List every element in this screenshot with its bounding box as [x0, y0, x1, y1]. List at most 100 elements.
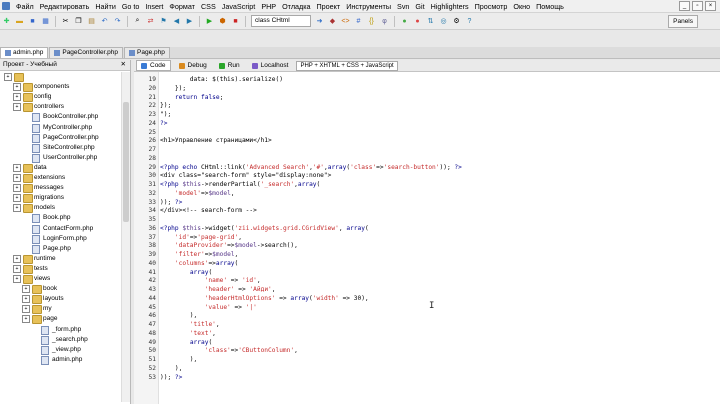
code-line[interactable]: 46 ), [149, 312, 198, 320]
tag-icon[interactable]: ◆ [327, 16, 338, 27]
tree-folder[interactable]: + components [0, 82, 120, 93]
code-line[interactable]: 29 <?php echo CHtml::link('Advanced Searc… [149, 164, 462, 172]
code-line[interactable]: 49 array( [149, 339, 213, 347]
expand-toggle-icon[interactable]: + [22, 315, 30, 324]
menu-item[interactable]: Файл [13, 2, 37, 11]
open-folder-icon[interactable]: ▬ [14, 16, 25, 27]
expand-toggle-icon[interactable]: + [13, 163, 21, 172]
expand-toggle-icon[interactable]: + [22, 305, 30, 314]
tree-file[interactable]: _form.php [0, 325, 120, 335]
expand-toggle-icon[interactable]: + [13, 83, 21, 92]
editor-tab-run[interactable]: Run [215, 61, 244, 70]
code-line[interactable]: 51 ), [149, 356, 198, 364]
goto-class-icon[interactable]: ➜ [314, 16, 325, 27]
tree-file[interactable]: ContactForm.php [0, 224, 120, 234]
tree-folder[interactable]: + book [0, 284, 120, 295]
stop-icon[interactable]: ■ [230, 16, 241, 27]
tree-folder[interactable]: + extensions [0, 173, 120, 183]
file-tab[interactable]: Page.php [124, 47, 170, 58]
tree-file[interactable]: LoginForm.php [0, 234, 120, 244]
css-icon[interactable]: # [353, 16, 364, 27]
menu-item[interactable]: CSS [198, 2, 219, 11]
menu-item[interactable]: Просмотр [472, 2, 511, 11]
project-scrollbar[interactable] [121, 72, 130, 402]
settings-icon[interactable]: ⚙ [451, 16, 462, 27]
expand-toggle-icon[interactable]: + [13, 275, 21, 283]
code-line[interactable]: 34 </div><!-- search-form --> [149, 207, 257, 215]
svn-icon[interactable]: ● [399, 16, 410, 27]
tree-file[interactable]: SiteController.php [0, 143, 120, 153]
tree-folder[interactable]: + my [0, 304, 120, 315]
expand-toggle-icon[interactable]: + [13, 93, 21, 102]
menu-item[interactable]: Редактировать [37, 2, 93, 11]
browser-preview-icon[interactable]: ◎ [438, 16, 449, 27]
redo-icon[interactable]: ↷ [112, 16, 123, 27]
menu-item[interactable]: PHP [258, 2, 279, 11]
find-icon[interactable]: ⌕ [132, 16, 143, 27]
menu-item[interactable]: Окно [510, 2, 533, 11]
restore-icon[interactable]: ▫ [692, 1, 703, 11]
editor-tab-debug[interactable]: Debug [175, 61, 211, 70]
tree-file[interactable]: UserController.php [0, 153, 120, 163]
code-line[interactable]: 31 <?php $this->renderPartial('_search',a… [149, 181, 321, 189]
help-icon[interactable]: ? [464, 16, 475, 27]
menu-item[interactable]: Инструменты [343, 2, 394, 11]
bookmark-icon[interactable]: ⚑ [158, 16, 169, 27]
code-line[interactable]: 50 'class'=>'CButtonColumn', [149, 347, 298, 355]
minimize-icon[interactable]: _ [679, 1, 690, 11]
code-line[interactable]: 33)); ?> [149, 199, 183, 207]
menu-item[interactable]: Insert [142, 2, 166, 11]
replace-icon[interactable]: ⇄ [145, 16, 156, 27]
tree-folder[interactable]: + messages [0, 183, 120, 194]
code-line[interactable]: 48 'text', [149, 330, 216, 338]
class-select[interactable]: class CHtml [251, 15, 311, 27]
save-icon[interactable]: ■ [27, 16, 38, 27]
expand-toggle-icon[interactable]: + [13, 194, 21, 203]
run-icon[interactable]: ▶ [204, 16, 215, 27]
tree-folder[interactable]: + tests [0, 264, 120, 274]
menu-item[interactable]: Проект [314, 2, 344, 11]
editor-tab-localhost[interactable]: Localhost [248, 61, 293, 70]
debug-icon[interactable]: ⬢ [217, 16, 228, 27]
expand-toggle-icon[interactable]: + [13, 184, 21, 193]
menu-item[interactable]: Помощь [533, 2, 567, 11]
close-icon[interactable]: × [705, 1, 716, 11]
ftp-icon[interactable]: ⇅ [425, 16, 436, 27]
code-line[interactable]: 26 <h1>Управление страницами</h1> [149, 137, 272, 145]
editor-tab-code[interactable]: Code [136, 60, 171, 71]
code-line[interactable]: 41 array( [149, 269, 213, 277]
tree-folder[interactable]: + controllers [0, 102, 120, 113]
code-line[interactable]: 53)); ?> [149, 374, 183, 382]
html-icon[interactable]: <> [340, 16, 351, 27]
tree-file[interactable]: admin.php [0, 355, 120, 365]
paste-icon[interactable]: ▤ [86, 16, 97, 27]
tree-folder[interactable]: + data [0, 163, 120, 173]
panels-button[interactable]: Panels [668, 15, 698, 28]
code-line[interactable]: 52 ), [149, 365, 183, 373]
code-line[interactable]: 39 'filter'=>$model, [149, 251, 239, 259]
tree-folder[interactable]: + page [0, 314, 120, 325]
file-tab[interactable]: PageController.php [49, 47, 124, 58]
tree-file[interactable]: _search.php [0, 335, 120, 345]
prev-bookmark-icon[interactable]: ◀ [171, 16, 182, 27]
tree-file[interactable]: MyController.php [0, 123, 120, 133]
code-line[interactable]: 22}); [149, 102, 172, 110]
code-line[interactable]: 43 'header' => 'Айди', [149, 286, 276, 294]
expand-toggle-icon[interactable]: + [13, 264, 21, 273]
code-line[interactable]: 40 'columns'=>array( [149, 260, 239, 268]
tree-folder[interactable]: + runtime [0, 254, 120, 264]
code-line[interactable]: 30 <div class="search-form" style="displa… [149, 172, 332, 180]
file-tab[interactable]: admin.php [0, 47, 49, 58]
save-all-icon[interactable]: ▦ [40, 16, 51, 27]
tree-folder[interactable]: + views [0, 274, 120, 284]
close-panel-icon[interactable]: ✕ [121, 60, 126, 70]
tree-file[interactable]: _view.php [0, 345, 120, 355]
menu-item[interactable]: Go to [119, 2, 143, 11]
code-line[interactable]: 44 'headerHtmlOptions' => array('width' … [149, 295, 369, 303]
code-line[interactable]: 37 'id'=>'page-grid', [149, 234, 242, 242]
code-line[interactable]: 19 data: $(this).serialize() [149, 76, 283, 84]
tree-file[interactable]: Page.php [0, 244, 120, 254]
next-bookmark-icon[interactable]: ▶ [184, 16, 195, 27]
tree-file[interactable]: Book.php [0, 213, 120, 224]
tree-folder[interactable]: + config [0, 92, 120, 103]
